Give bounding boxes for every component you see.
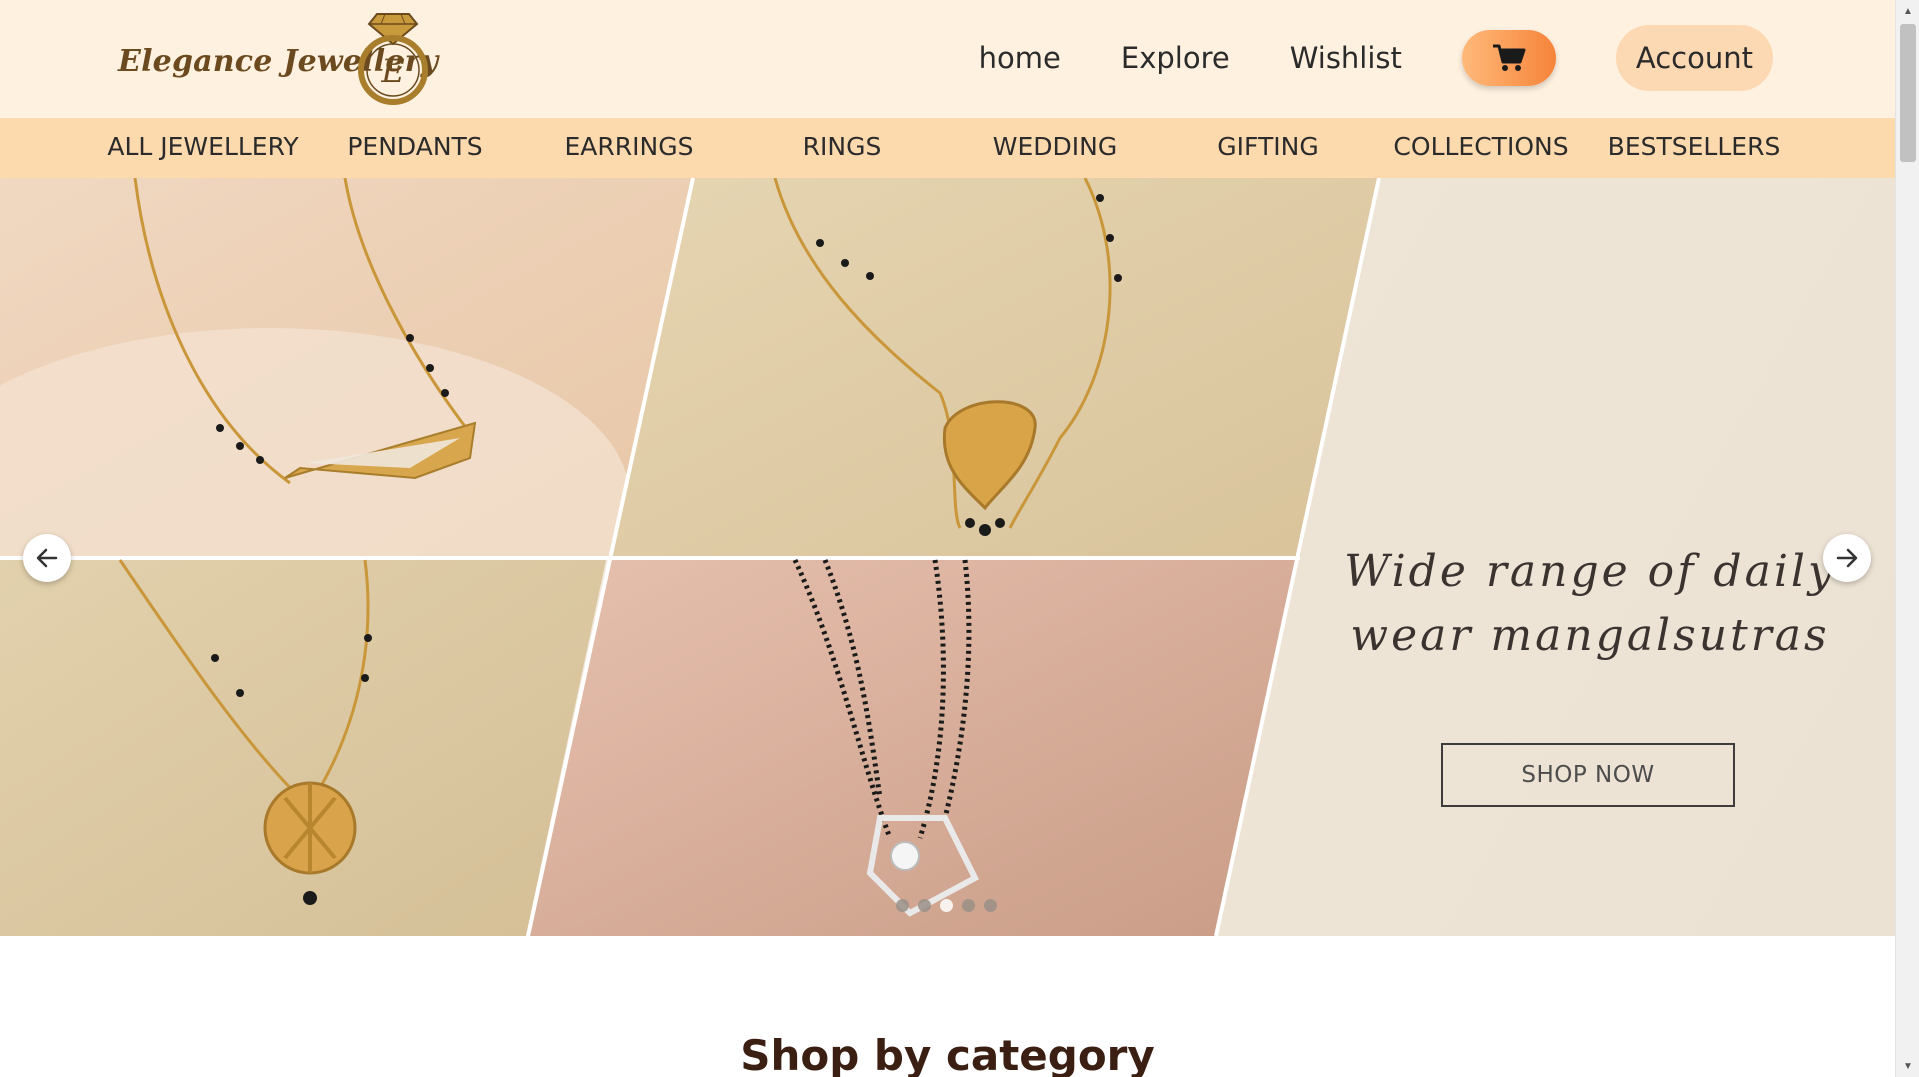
page: Elegance Jewellery E home Explore Wishli… — [0, 0, 1895, 1077]
hero-caption-line-1: Wide range of daily — [1344, 546, 1836, 597]
brand-monogram: E — [380, 52, 404, 90]
scroll-down-arrow-icon[interactable]: ▼ — [1896, 1055, 1919, 1077]
brand-logo[interactable]: Elegance Jewellery E — [116, 6, 438, 106]
arrow-right-icon — [1836, 548, 1858, 568]
cart-button[interactable] — [1461, 30, 1556, 86]
page-scrollbar[interactable]: ▲ ▼ — [1895, 0, 1919, 1077]
category-gifting[interactable]: GIFTING — [1217, 132, 1318, 161]
category-collections[interactable]: COLLECTIONS — [1393, 132, 1568, 161]
hero-carousel: Wide range of daily wear mangalsutras SH… — [0, 178, 1895, 936]
category-bar: ALL JEWELLERY PENDANTS EARRINGS RINGS WE… — [0, 118, 1895, 178]
carousel-next-button[interactable] — [1823, 534, 1871, 582]
carousel-indicators — [896, 899, 1006, 912]
arrow-left-icon — [36, 548, 58, 568]
account-button[interactable]: Account — [1615, 25, 1773, 91]
hero-caption: Wide range of daily wear mangalsutras — [1300, 540, 1880, 668]
carousel-dot-5[interactable] — [984, 899, 997, 912]
nav-home-link[interactable]: home — [979, 41, 1061, 75]
nav-wishlist-link[interactable]: Wishlist — [1290, 41, 1402, 75]
scroll-up-arrow-icon[interactable]: ▲ — [1896, 0, 1919, 22]
site-header: Elegance Jewellery E home Explore Wishli… — [0, 0, 1895, 118]
hero-caption-line-2: wear mangalsutras — [1350, 610, 1830, 661]
ring-logo-icon: E — [358, 13, 428, 105]
category-earrings[interactable]: EARRINGS — [565, 132, 694, 161]
carousel-dot-3[interactable] — [940, 899, 953, 912]
category-pendants[interactable]: PENDANTS — [347, 132, 482, 161]
carousel-dot-4[interactable] — [962, 899, 975, 912]
carousel-dot-1[interactable] — [896, 899, 909, 912]
section-title: Shop by category — [740, 1031, 1155, 1077]
category-bestsellers[interactable]: BESTSELLERS — [1608, 132, 1781, 161]
scroll-thumb[interactable] — [1900, 24, 1916, 162]
category-rings[interactable]: RINGS — [803, 132, 882, 161]
carousel-dot-2[interactable] — [918, 899, 931, 912]
category-all-jewellery[interactable]: ALL JEWELLERY — [107, 132, 298, 161]
cart-icon — [1492, 44, 1526, 71]
category-wedding[interactable]: WEDDING — [993, 132, 1117, 161]
carousel-prev-button[interactable] — [23, 534, 71, 582]
top-nav: home Explore Wishlist Account — [979, 24, 1773, 92]
shop-now-button[interactable]: SHOP NOW — [1441, 743, 1735, 807]
nav-explore-link[interactable]: Explore — [1121, 41, 1230, 75]
